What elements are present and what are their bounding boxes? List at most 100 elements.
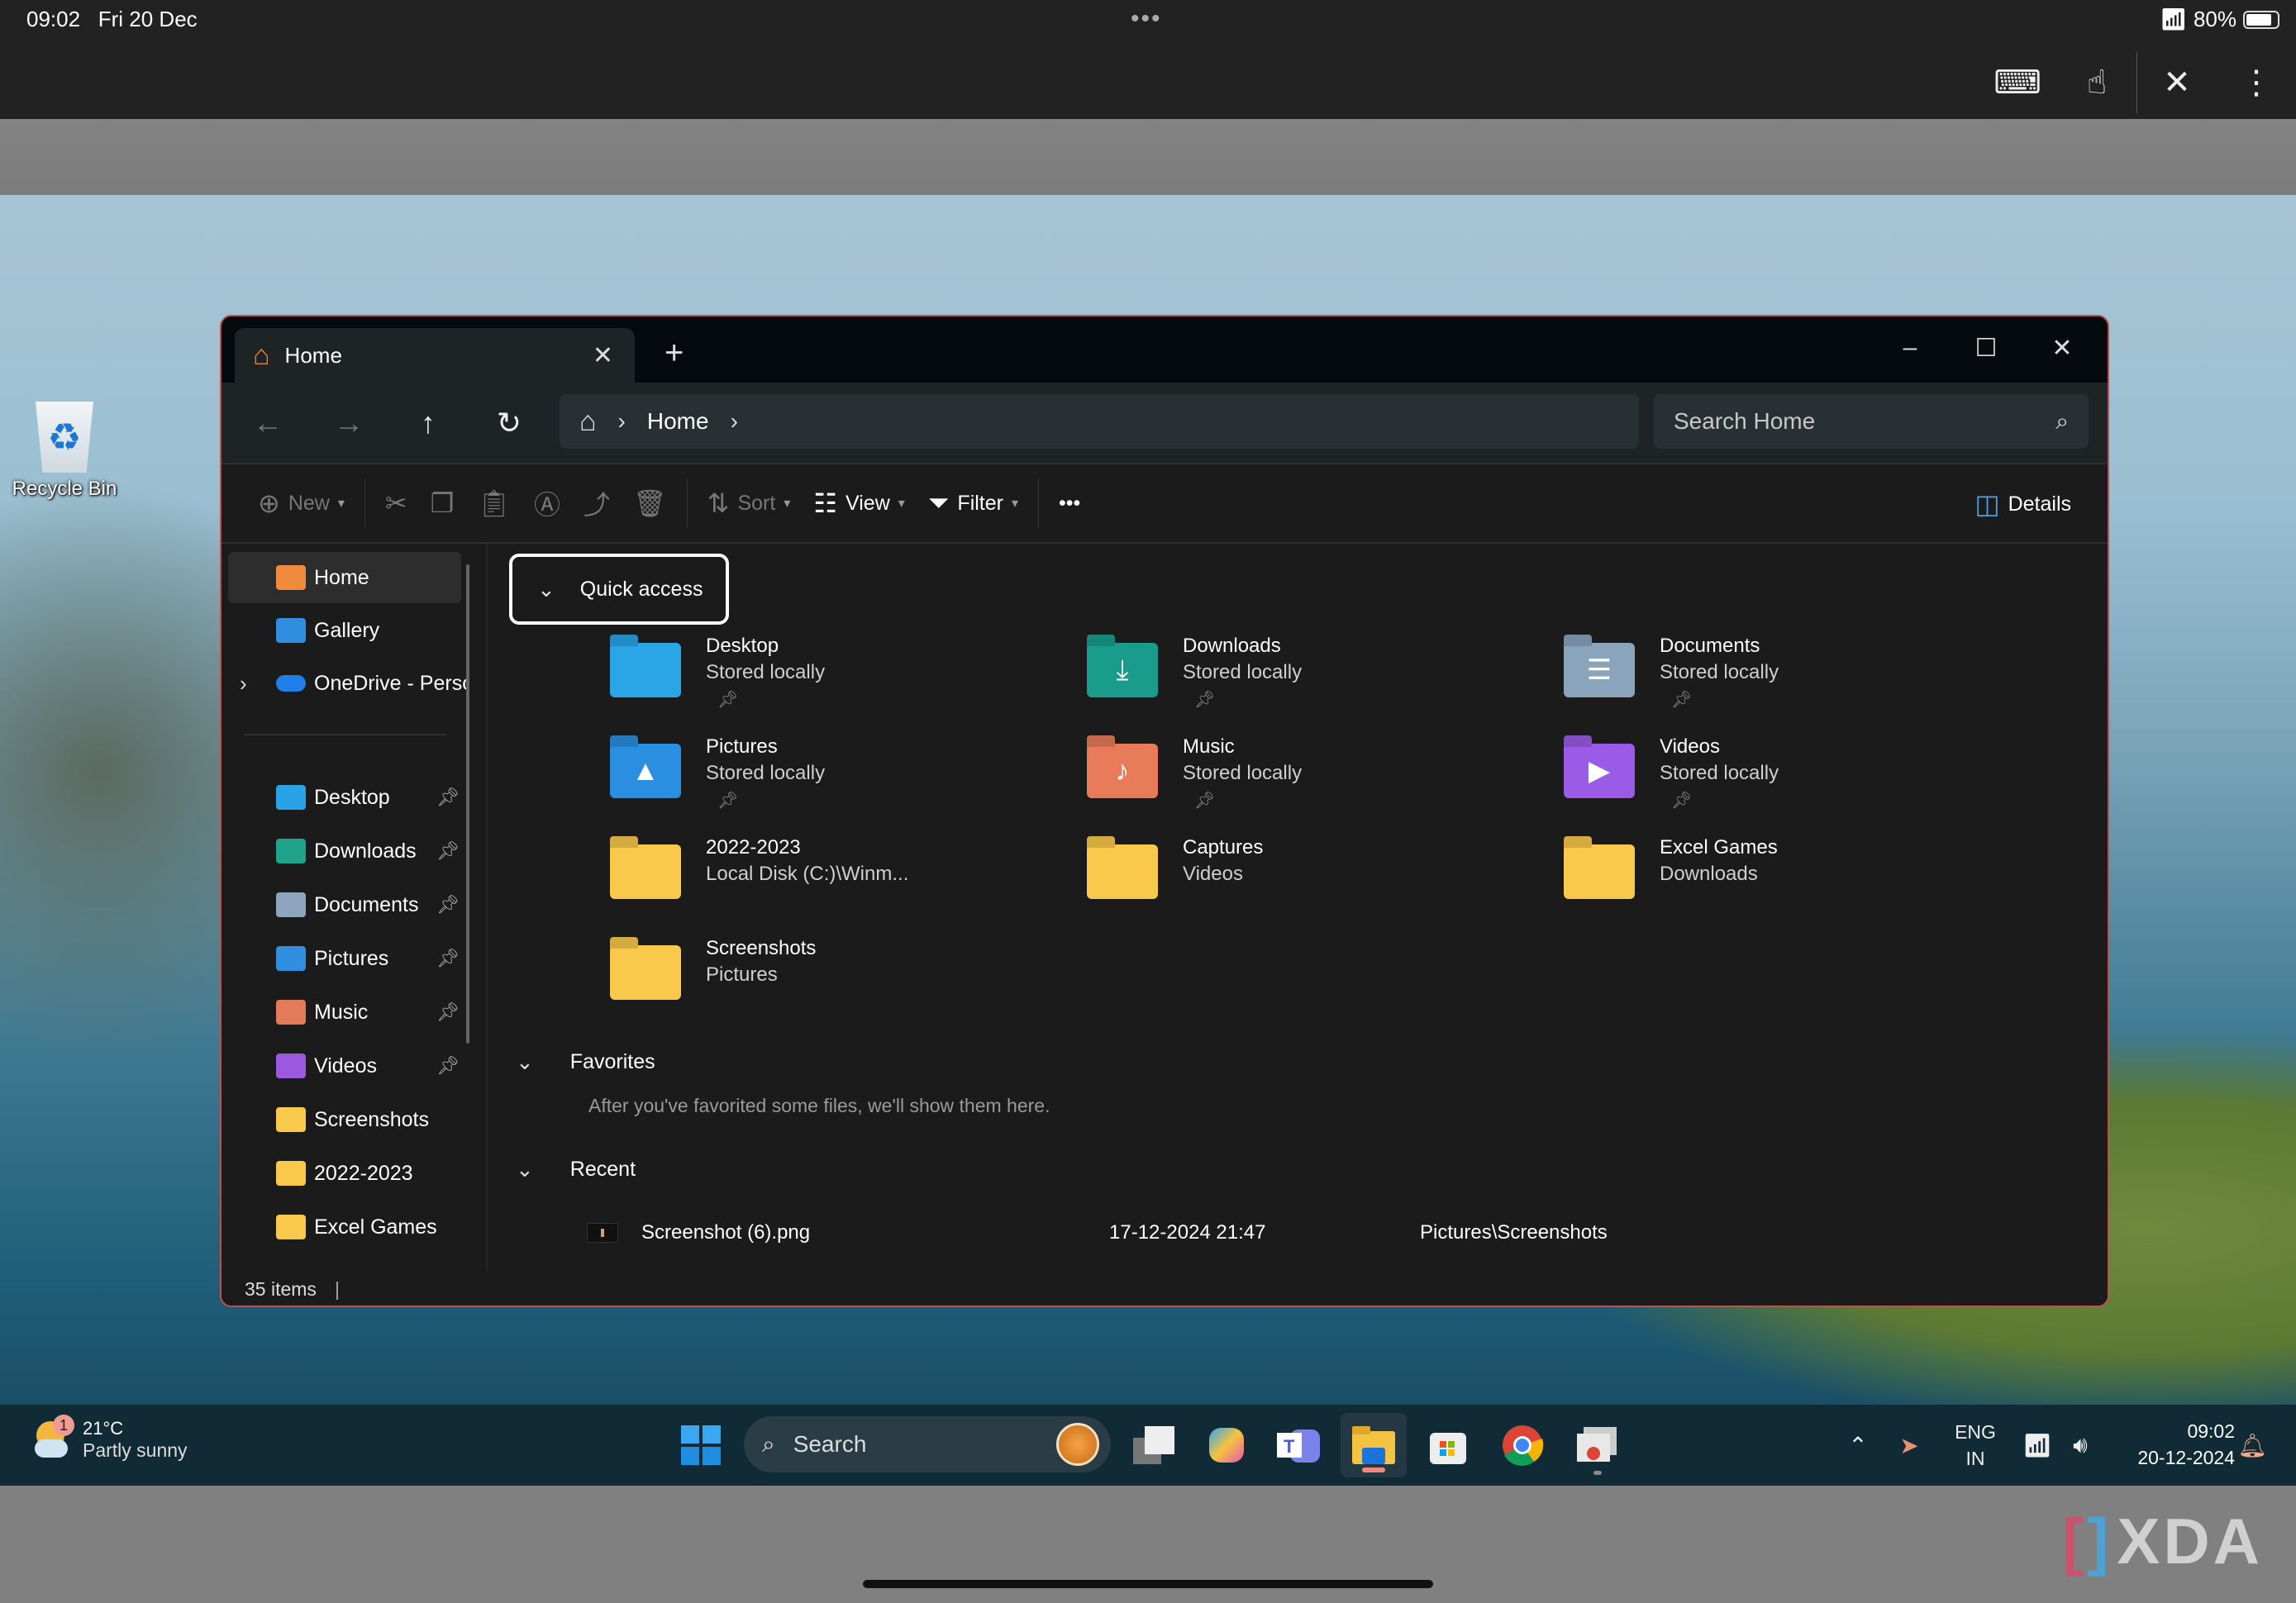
copilot-button[interactable]	[1193, 1413, 1260, 1477]
maximize-button[interactable]: ☐	[1949, 323, 2023, 373]
videos-folder-icon: ▶	[1564, 744, 1635, 798]
sidebar-item-onedrive[interactable]: › OneDrive - Personal	[228, 658, 468, 709]
sidebar-item-2022-2023[interactable]: 2022-2023	[228, 1148, 461, 1199]
language-indicator[interactable]: ENG IN	[1942, 1405, 2008, 1486]
more-icon[interactable]: ⋮	[2217, 58, 2296, 107]
recent-file-row[interactable]: Screenshot (6).png 17-12-2024 21:47 Pict…	[587, 1208, 1992, 1258]
quick-access-header[interactable]: ⌄ Quick access	[509, 554, 729, 625]
quick-access-item[interactable]: Excel Games Downloads	[1564, 836, 2027, 929]
quick-access-item[interactable]: 2022-2023 Local Disk (C:)\Winm...	[610, 836, 1073, 929]
show-hidden-icons[interactable]: ⌃	[1836, 1405, 1879, 1486]
recycle-bin-icon: ♻	[36, 402, 93, 473]
touch-icon[interactable]: ☝	[2057, 58, 2136, 107]
back-button[interactable]: ←	[235, 383, 301, 463]
paste-button[interactable]: 📋︎	[465, 478, 522, 528]
tab-home[interactable]: ⌂ Home ✕	[235, 328, 635, 383]
multitask-dots[interactable]: •••	[1131, 5, 1162, 33]
recycle-bin-shortcut[interactable]: ♻ Recycle Bin	[7, 402, 122, 501]
address-bar[interactable]: ⌂ › Home ›	[560, 394, 1639, 449]
sidebar-item-music[interactable]: Music 📌︎	[228, 987, 461, 1038]
file-explorer-taskbar-button[interactable]	[1341, 1413, 1407, 1477]
chrome-button[interactable]	[1489, 1413, 1555, 1477]
refresh-button[interactable]: ↻	[476, 383, 542, 463]
quick-access-item[interactable]: ▲ Pictures Stored locally 📌︎	[610, 735, 1073, 828]
view-button[interactable]: ☷ View ▾	[802, 478, 916, 528]
search-input[interactable]	[1674, 408, 2056, 435]
weather-widget[interactable]: 1 21°C Partly sunny	[33, 1415, 188, 1463]
sidebar-item-documents[interactable]: Documents 📌︎	[228, 879, 461, 930]
quick-access-item[interactable]: Captures Videos	[1087, 836, 1550, 929]
task-view-button[interactable]	[1121, 1413, 1187, 1477]
chevron-right-icon[interactable]: ›	[240, 671, 247, 697]
forward-button[interactable]: →	[316, 383, 382, 463]
teams-button[interactable]: T	[1266, 1413, 1332, 1477]
filter-button[interactable]: ⏷ Filter ▾	[917, 478, 1030, 528]
quick-access-item[interactable]: Screenshots Pictures	[610, 937, 1073, 1030]
pin-icon[interactable]: 📌︎	[436, 1001, 460, 1023]
ipad-time-date: 09:02 Fri 20 Dec	[26, 7, 198, 32]
new-tab-button[interactable]: +	[665, 335, 684, 372]
search-icon[interactable]: ⌕	[2055, 408, 2069, 435]
close-window-button[interactable]: ✕	[2025, 323, 2099, 373]
search-box[interactable]: ⌕	[1654, 394, 2089, 449]
quick-access-item[interactable]: ▶ Videos Stored locally 📌︎	[1564, 735, 2027, 828]
new-button[interactable]: ⊕ New ▾	[246, 478, 356, 528]
share-button[interactable]: ⤴	[572, 478, 622, 528]
xda-text: XDA	[2117, 1505, 2263, 1577]
sidebar-item-gallery[interactable]: Gallery	[228, 605, 461, 656]
xda-watermark: [] XDA	[2062, 1504, 2263, 1579]
running-indicator	[1593, 1471, 1602, 1475]
sidebar-item-home[interactable]: Home	[228, 552, 461, 603]
section-title: Recent	[569, 1158, 636, 1181]
recent-header[interactable]: ⌄ Recent	[516, 1157, 636, 1182]
notification-bell-icon[interactable]: 🔔︎	[2232, 1405, 2273, 1486]
pin-icon[interactable]: 📌︎	[436, 1055, 460, 1077]
pin-icon[interactable]: 📌︎	[436, 948, 460, 969]
close-tab-icon[interactable]: ✕	[593, 341, 613, 370]
sidebar-item-excel-games[interactable]: Excel Games	[228, 1201, 461, 1253]
details-pane-button[interactable]: ◫ Details	[1963, 479, 2083, 529]
clock[interactable]: 09:02 20-12-2024	[2137, 1418, 2235, 1471]
sort-button[interactable]: ⇅ Sort ▾	[696, 478, 803, 528]
sort-icon: ⇅	[707, 488, 730, 518]
chevron-right-icon[interactable]: ›	[618, 408, 626, 435]
sidebar-item-screenshots[interactable]: Screenshots	[228, 1094, 461, 1145]
delete-button[interactable]: 🗑︎	[622, 478, 679, 528]
more-options-button[interactable]: •••	[1047, 478, 1092, 528]
pin-icon[interactable]: 📌︎	[436, 894, 460, 916]
cut-button[interactable]: ✂	[374, 478, 419, 528]
svg-text:T: T	[1284, 1436, 1295, 1457]
sidebar-item-pictures[interactable]: Pictures 📌︎	[228, 933, 461, 984]
chevron-right-icon[interactable]: ›	[731, 408, 738, 435]
home-icon[interactable]: ⌂	[579, 406, 597, 438]
sidebar-scrollbar[interactable]	[466, 564, 469, 1044]
minimize-button[interactable]: –	[1873, 323, 1947, 373]
divider	[686, 478, 688, 528]
wifi-icon[interactable]: 📶︎	[2017, 1405, 2058, 1486]
quick-access-item[interactable]: Desktop Stored locally 📌︎	[610, 635, 1073, 727]
start-button[interactable]	[668, 1413, 734, 1477]
clipboard-icon: 📋︎	[477, 488, 511, 518]
volume-icon[interactable]: 🔊︎	[2060, 1405, 2101, 1486]
quick-access-item[interactable]: ♪ Music Stored locally 📌︎	[1087, 735, 1550, 828]
breadcrumb-home[interactable]: Home	[647, 408, 709, 435]
up-button[interactable]: ↑	[395, 383, 461, 463]
sidebar-item-downloads[interactable]: Downloads 📌︎	[228, 825, 461, 877]
unpin-icon[interactable]: ✕	[2137, 58, 2217, 107]
copy-button[interactable]: ❐	[419, 478, 466, 528]
chrome-window-button[interactable]	[1564, 1413, 1630, 1477]
location-icon[interactable]: ➤	[1884, 1405, 1934, 1486]
store-button[interactable]	[1415, 1413, 1481, 1477]
sidebar-item-label: Screenshots	[314, 1107, 429, 1131]
pin-icon[interactable]: 📌︎	[436, 840, 460, 862]
rename-button[interactable]: Ⓐ	[522, 478, 572, 528]
quick-access-item[interactable]: ☰ Documents Stored locally 📌︎	[1564, 635, 2027, 727]
sidebar-item-videos[interactable]: Videos 📌︎	[228, 1040, 461, 1092]
keyboard-icon[interactable]: ⌨	[1978, 58, 2057, 107]
taskbar-search[interactable]: ⌕ Search	[744, 1416, 1111, 1472]
quick-access-item[interactable]: ⤓ Downloads Stored locally 📌︎	[1087, 635, 1550, 727]
pin-icon[interactable]: 📌︎	[436, 787, 460, 808]
sidebar-item-desktop[interactable]: Desktop 📌︎	[228, 772, 461, 823]
favorites-header[interactable]: ⌄ Favorites	[516, 1049, 655, 1075]
home-indicator[interactable]	[863, 1580, 1433, 1588]
